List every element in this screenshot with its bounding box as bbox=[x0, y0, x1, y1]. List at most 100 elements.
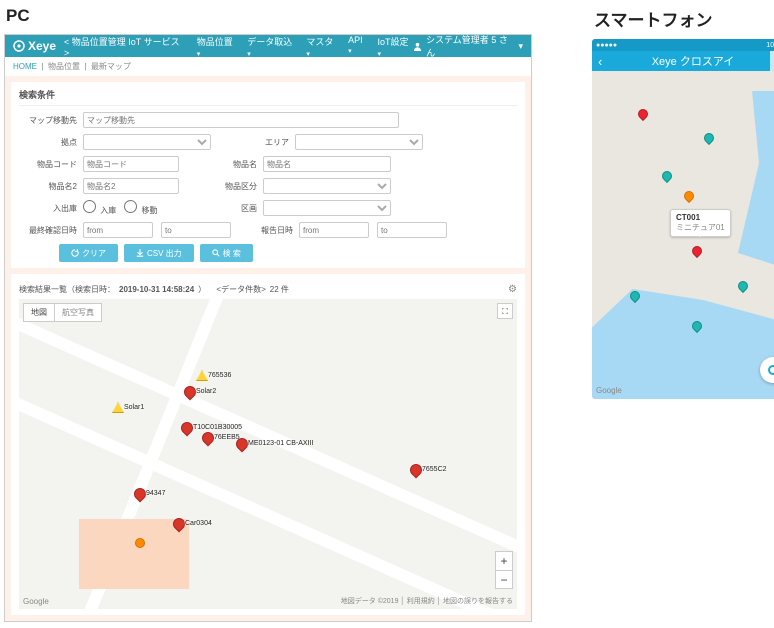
map-tab-satellite[interactable]: 航空写真 bbox=[55, 304, 101, 321]
pc-heading: PC bbox=[6, 6, 532, 26]
input-lastdt-from[interactable] bbox=[83, 222, 153, 238]
phone-title-bar: ‹ Xeye クロスアイ bbox=[592, 51, 774, 71]
results-summary: 検索結果一覧（検索日時： 2019-10-31 14:58:24 ） <データ件… bbox=[19, 280, 517, 299]
phone-marker[interactable] bbox=[684, 191, 694, 205]
map-footer-links[interactable]: 地図データ ©2019 │ 利用規約 │ 地図の誤りを報告する bbox=[341, 596, 513, 606]
map-marker[interactable]: Car0304 bbox=[173, 518, 185, 536]
label-base: 拠点 bbox=[19, 137, 83, 148]
callout-title: CT001 bbox=[676, 213, 725, 222]
label-code: 物品コード bbox=[19, 159, 83, 170]
label-mapdest: マップ移動先 bbox=[19, 115, 83, 126]
map-marker-label: 7655C2 bbox=[422, 466, 447, 473]
brand-text: Xeye bbox=[28, 39, 56, 53]
select-base[interactable] bbox=[83, 134, 211, 150]
phone-heading: スマートフォン bbox=[594, 6, 774, 31]
marker-mode-button[interactable] bbox=[770, 51, 774, 71]
callout-sub: ミニチュア01 bbox=[676, 222, 725, 233]
phone-app-window: ●●●●● 100% ▮ ‹ Xeye クロスアイ bbox=[592, 39, 774, 399]
input-repdt-to[interactable] bbox=[377, 222, 447, 238]
results-count: 22 件 bbox=[270, 284, 289, 295]
map-marker[interactable]: Solar1 bbox=[112, 402, 124, 420]
label-repdt: 報告日時 bbox=[245, 225, 299, 236]
back-button[interactable]: ‹ bbox=[598, 54, 602, 69]
breadcrumb: HOME | 物品位置 | 最新マップ bbox=[5, 57, 531, 76]
brand-logo: Xeye bbox=[13, 39, 56, 53]
phone-marker[interactable] bbox=[692, 321, 702, 335]
zoom-control: + − bbox=[495, 551, 513, 589]
select-area[interactable] bbox=[295, 134, 423, 150]
user-menu[interactable]: システム管理者 5 さん ▾ bbox=[413, 33, 523, 59]
map-tab-map[interactable]: 地図 bbox=[24, 304, 55, 321]
pc-app-window: Xeye < 物品位置管理 IoT サービス > 物品位置 データ取込 マスタ … bbox=[4, 34, 532, 622]
nav-item-api[interactable]: API bbox=[348, 35, 367, 58]
fullscreen-button[interactable]: ⛶ bbox=[497, 303, 513, 319]
map-marker-label: Solar1 bbox=[124, 404, 144, 411]
csv-button-label: CSV 出力 bbox=[147, 248, 182, 259]
phone-marker[interactable] bbox=[704, 133, 714, 147]
map-marker[interactable]: 76EEB5 bbox=[202, 432, 214, 450]
input-mapdest[interactable] bbox=[83, 112, 399, 128]
label-inout: 入出庫 bbox=[19, 203, 83, 214]
phone-marker[interactable] bbox=[738, 281, 748, 295]
results-suffix: ） bbox=[198, 284, 206, 295]
zoom-out-button[interactable]: − bbox=[496, 570, 512, 588]
radio-in-label: 入庫 bbox=[100, 206, 116, 215]
clear-button[interactable]: クリア bbox=[59, 244, 118, 262]
map-type-toggle[interactable]: 地図 航空写真 bbox=[23, 303, 102, 322]
input-name[interactable] bbox=[263, 156, 391, 172]
label-name: 物品名 bbox=[209, 159, 263, 170]
breadcrumb-home[interactable]: HOME bbox=[13, 62, 37, 71]
phone-marker-selected[interactable] bbox=[692, 246, 702, 260]
map-marker-label: 94347 bbox=[146, 490, 165, 497]
map-marker[interactable]: T10C01B30005 bbox=[181, 422, 193, 440]
nav-item-dataimport[interactable]: データ取込 bbox=[247, 35, 296, 58]
marker-callout[interactable]: CT001 ミニチュア01 bbox=[670, 209, 731, 237]
brand-icon bbox=[13, 40, 25, 52]
map-marker[interactable]: Solar2 bbox=[184, 386, 196, 404]
phone-marker[interactable] bbox=[638, 109, 648, 123]
phone-map-canvas[interactable]: CT001 ミニチュア01 Google bbox=[592, 71, 774, 399]
service-name: < 物品位置管理 IoT サービス > bbox=[64, 35, 185, 58]
gps-icon bbox=[768, 365, 774, 375]
status-signal: ●●●●● bbox=[596, 42, 617, 49]
phone-title-text: Xeye クロスアイ bbox=[652, 53, 735, 69]
select-kubun[interactable] bbox=[263, 178, 391, 194]
results-count-label: <データ件数> bbox=[216, 284, 265, 295]
search-panel: 検索条件 マップ移動先 拠点 エリア 物品コード 物品名 bbox=[11, 82, 525, 268]
map-marker[interactable]: 94347 bbox=[134, 488, 146, 506]
nav-item-iot[interactable]: IoT設定 bbox=[378, 35, 414, 58]
input-lastdt-to[interactable] bbox=[161, 222, 231, 238]
input-name2[interactable] bbox=[83, 178, 179, 194]
label-name2: 物品名2 bbox=[19, 181, 83, 192]
zoom-in-button[interactable]: + bbox=[496, 552, 512, 570]
map-marker[interactable]: ME0123-01 CB-AXIII bbox=[236, 438, 248, 456]
input-repdt-from[interactable] bbox=[299, 222, 369, 238]
search-button[interactable]: 検 索 bbox=[200, 244, 253, 262]
nav-item-position[interactable]: 物品位置 bbox=[197, 35, 237, 58]
results-datetime: 2019-10-31 14:58:24 bbox=[119, 285, 194, 294]
csv-button[interactable]: CSV 出力 bbox=[124, 244, 194, 262]
phone-status-bar: ●●●●● 100% ▮ bbox=[592, 39, 774, 51]
map-marker[interactable]: 765536 bbox=[196, 370, 208, 388]
results-panel: 検索結果一覧（検索日時： 2019-10-31 14:58:24 ） <データ件… bbox=[11, 274, 525, 615]
map-google-logo: Google bbox=[23, 597, 49, 606]
map-marker-label: Car0304 bbox=[185, 520, 212, 527]
input-code[interactable] bbox=[83, 156, 179, 172]
phone-marker[interactable] bbox=[662, 171, 672, 185]
select-ku[interactable] bbox=[263, 200, 391, 216]
map-marker-label: 765536 bbox=[208, 372, 231, 379]
phone-marker[interactable] bbox=[630, 291, 640, 305]
nav-item-master[interactable]: マスタ bbox=[306, 35, 338, 58]
user-label: システム管理者 5 さん bbox=[426, 33, 514, 59]
map-marker-label: ME0123-01 CB-AXIII bbox=[248, 440, 313, 447]
breadcrumb-mid[interactable]: 物品位置 bbox=[48, 62, 80, 71]
reload-icon bbox=[71, 249, 79, 257]
map-canvas[interactable]: 地図 航空写真 ⛶ + − Google 地図データ ©2019 │ 利用規約 … bbox=[19, 299, 517, 609]
radio-move[interactable]: 移動 bbox=[124, 200, 157, 216]
radio-in[interactable]: 入庫 bbox=[83, 200, 116, 216]
top-navbar: Xeye < 物品位置管理 IoT サービス > 物品位置 データ取込 マスタ … bbox=[5, 35, 531, 57]
search-icon bbox=[212, 249, 220, 257]
water-area bbox=[592, 289, 774, 399]
map-marker[interactable]: 7655C2 bbox=[410, 464, 422, 482]
gear-icon[interactable]: ⚙ bbox=[508, 284, 517, 295]
